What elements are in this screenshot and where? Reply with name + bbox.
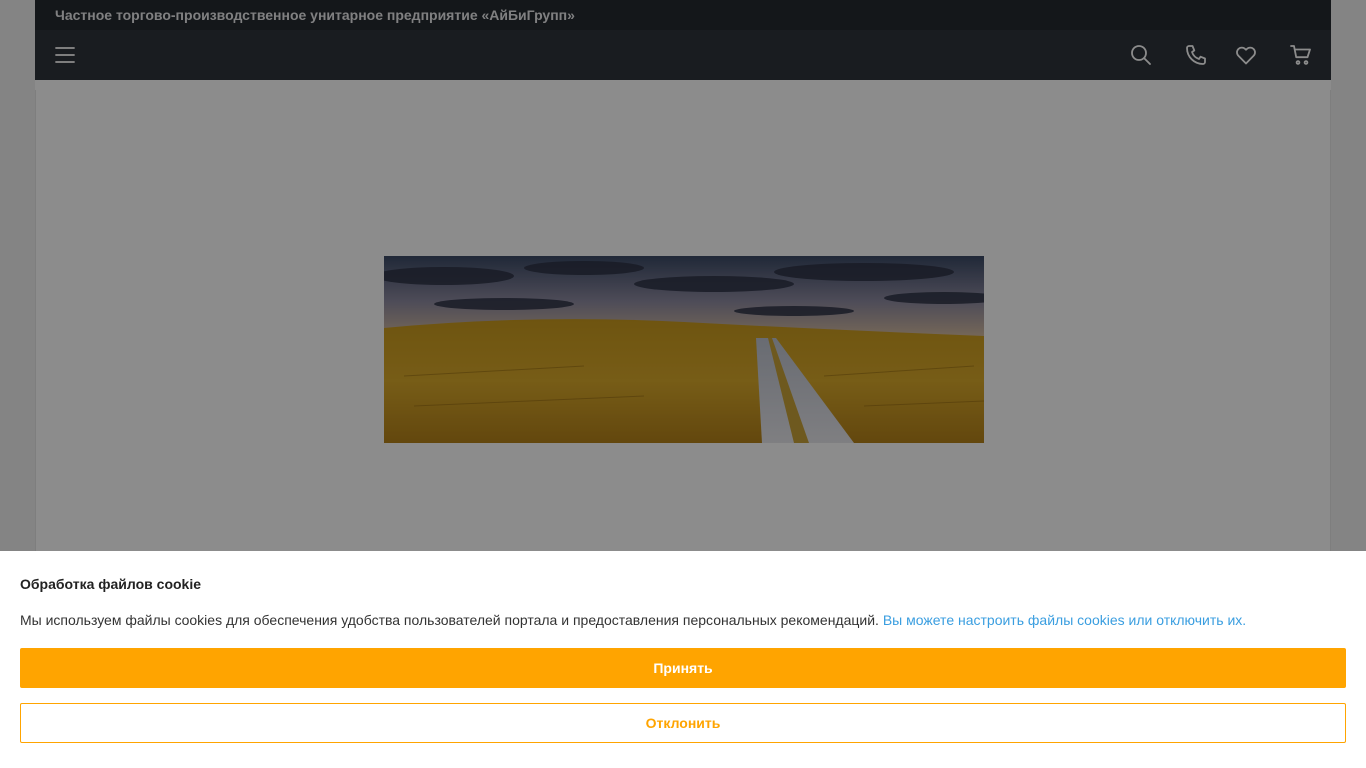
cookie-text: Мы используем файлы cookies для обеспече… [20, 612, 1246, 628]
decline-button[interactable]: Отклонить [20, 703, 1346, 743]
cookie-banner: Обработка файлов cookie Мы используем фа… [0, 551, 1366, 768]
accept-button[interactable]: Принять [20, 648, 1346, 688]
cookie-title: Обработка файлов cookie [20, 576, 202, 592]
cookie-description: Мы используем файлы cookies для обеспече… [20, 612, 879, 628]
cookie-settings-link[interactable]: Вы можете настроить файлы cookies или от… [883, 612, 1246, 628]
